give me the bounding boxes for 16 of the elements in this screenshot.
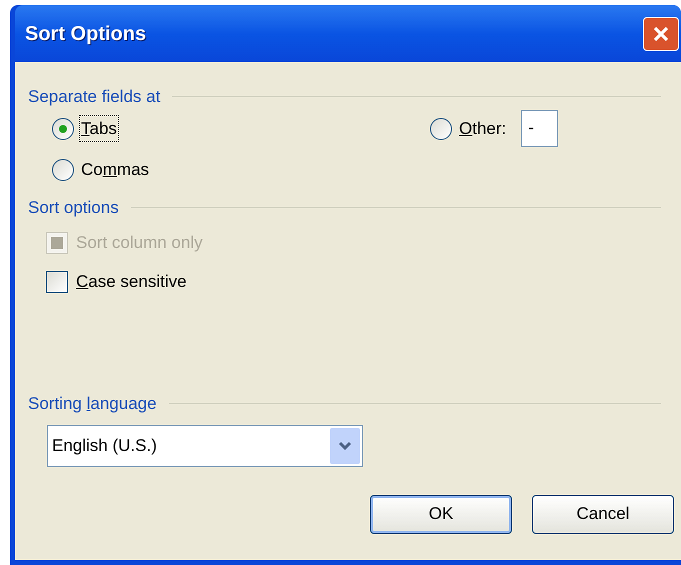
checkbox-option[interactable]: Case sensitive — [46, 265, 187, 298]
dialog-button[interactable]: OK — [370, 494, 512, 534]
radio-option[interactable]: Other: — [430, 112, 508, 146]
dropdown-arrow-button[interactable] — [330, 428, 360, 464]
radio-option[interactable]: Tabs — [52, 112, 118, 146]
close-button[interactable] — [643, 16, 679, 50]
radio-option[interactable]: Commas — [52, 152, 150, 186]
chevron-down-icon — [338, 440, 352, 450]
group-heading: Sort options — [28, 196, 119, 218]
other-separator-field[interactable]: - — [521, 110, 558, 146]
checkbox-option: Sort column only — [46, 226, 203, 259]
group-heading: Sorting language — [28, 393, 157, 415]
language-dropdown[interactable]: English (U.S.) — [47, 424, 363, 466]
dialog-button[interactable]: Cancel — [532, 494, 674, 534]
group-heading: Separate fields at — [28, 86, 160, 108]
window-title: Sort Options — [25, 22, 146, 46]
